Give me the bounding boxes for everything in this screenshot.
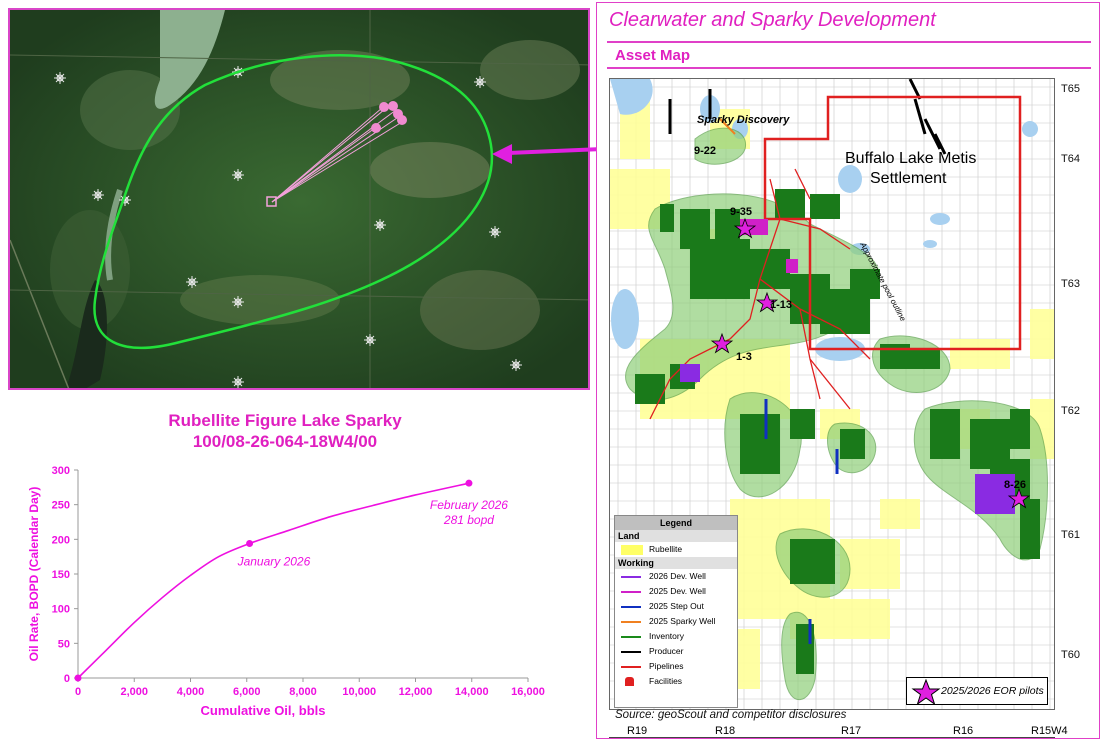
x-tick-label: 0 xyxy=(75,686,81,698)
township-label: T64 xyxy=(1061,153,1080,165)
data-point xyxy=(465,479,473,487)
legend-working-items: 2026 Dev. Well 2025 Dev. Well 2025 Step Ou… xyxy=(615,569,737,689)
legend-label: 2025 Step Out xyxy=(649,601,704,611)
asset-map: Sparky Discovery 9-22 9-35 1-13 1-3 8-26… xyxy=(609,78,1055,710)
legend-item-rubellite: Rubellite xyxy=(615,542,737,557)
eor-pilots-legend: 2025/2026 EOR pilots xyxy=(906,677,1048,705)
legend-label: 2026 Dev. Well xyxy=(649,571,706,581)
chart-title-line2: 100/08-26-064-18W4/00 xyxy=(192,432,378,451)
title-divider xyxy=(607,41,1091,43)
range-baseline xyxy=(609,737,1055,738)
annotation-february: February 2026 xyxy=(430,498,508,512)
sparky-discovery-label: Sparky Discovery xyxy=(697,114,790,126)
range-label: R16 xyxy=(953,725,974,737)
legend-item: Producer xyxy=(615,644,737,659)
legend-item: 2025 Dev. Well xyxy=(615,584,737,599)
asset-map-panel: Clearwater and Sparky Development Asset … xyxy=(596,2,1100,739)
well-label-8-26: 8-26 xyxy=(1004,479,1026,491)
well-label-9-22: 9-22 xyxy=(694,145,716,157)
facility-icon xyxy=(625,677,634,686)
well-label-1-3: 1-3 xyxy=(736,351,752,363)
data-point xyxy=(74,674,82,682)
township-label: T60 xyxy=(1061,649,1080,661)
x-tick-label: 14,000 xyxy=(455,686,489,698)
y-tick-label: 0 xyxy=(64,673,70,685)
satellite-image xyxy=(8,8,590,390)
chart-title: Rubellite Figure Lake Sparky 100/08-26-0… xyxy=(120,410,450,452)
legend-swatch xyxy=(621,576,641,578)
legend-swatch xyxy=(621,651,641,653)
legend-swatch xyxy=(621,666,641,668)
oil-rate-chart: 0 50 100 150 200 250 300 0 2,000 4,000 6,000 8,000 1… xyxy=(27,465,545,718)
panel-title: Clearwater and Sparky Development xyxy=(609,9,936,31)
legend-label: Facilities xyxy=(649,676,683,686)
eor-label: 2025/2026 EOR pilots xyxy=(941,685,1044,697)
legend-working-header: Working xyxy=(615,557,737,569)
legend-swatch xyxy=(621,606,641,608)
y-tick-label: 50 xyxy=(58,638,70,650)
legend-label: Producer xyxy=(649,646,684,656)
y-tick-label: 250 xyxy=(52,500,70,512)
source-note: Source: geoScout and competitor disclosu… xyxy=(615,709,847,721)
legend-swatch xyxy=(621,621,641,623)
x-tick-label: 2,000 xyxy=(120,686,148,698)
legend-label: 2025 Dev. Well xyxy=(649,586,706,596)
x-tick-label: 8,000 xyxy=(289,686,317,698)
y-axis-label: Oil Rate, BOPD (Calendar Day) xyxy=(27,487,41,662)
legend-label: 2025 Sparky Well xyxy=(649,616,716,626)
x-tick-label: 16,000 xyxy=(511,686,545,698)
range-label: R17 xyxy=(841,725,862,737)
township-label: T63 xyxy=(1061,278,1080,290)
settlement-label-line1: Buffalo Lake Metis xyxy=(845,150,976,167)
y-tick-label: 150 xyxy=(52,569,70,581)
legend-label: Pipelines xyxy=(649,661,684,671)
data-point xyxy=(246,539,254,547)
legend-label: Rubellite xyxy=(649,544,683,554)
panel-subtitle: Asset Map xyxy=(615,47,691,64)
legend-swatch xyxy=(621,591,641,593)
y-tick-label: 100 xyxy=(52,604,70,616)
subtitle-divider xyxy=(607,67,1091,69)
annotation-rate: 281 bopd xyxy=(443,513,494,527)
legend-item: 2026 Dev. Well xyxy=(615,569,737,584)
legend-item: 2025 Step Out xyxy=(615,599,737,614)
map-legend: Legend Land Rubellite Working 2026 Dev. … xyxy=(614,515,738,708)
township-label: T61 xyxy=(1061,529,1080,541)
legend-item: Inventory xyxy=(615,629,737,644)
range-label: R19 xyxy=(627,725,648,737)
range-label: R18 xyxy=(715,725,736,737)
legend-land-header: Land xyxy=(615,530,737,542)
star-icon xyxy=(911,679,941,705)
range-label: R15W4 xyxy=(1031,725,1068,737)
chart-title-line1: Rubellite Figure Lake Sparky xyxy=(168,411,402,430)
legend-label: Inventory xyxy=(649,631,684,641)
legend-title: Legend xyxy=(615,516,737,530)
x-tick-label: 6,000 xyxy=(233,686,261,698)
legend-item: Facilities xyxy=(615,674,737,689)
well-label-1-13: 1-13 xyxy=(770,299,792,311)
x-tick-label: 4,000 xyxy=(177,686,205,698)
legend-swatch xyxy=(621,636,641,638)
x-tick-label: 10,000 xyxy=(342,686,376,698)
legend-item: 2025 Sparky Well xyxy=(615,614,737,629)
legend-item: Pipelines xyxy=(615,659,737,674)
y-tick-label: 300 xyxy=(52,465,70,477)
annotation-january: January 2026 xyxy=(237,554,311,568)
land-swatch xyxy=(621,545,643,555)
well-label-9-35: 9-35 xyxy=(730,206,752,218)
x-tick-label: 12,000 xyxy=(399,686,433,698)
settlement-label-line2: Settlement xyxy=(870,170,947,187)
x-axis-label: Cumulative Oil, bbls xyxy=(201,703,326,718)
y-tick-label: 200 xyxy=(52,534,70,546)
satellite-svg xyxy=(10,10,588,388)
oil-rate-series-line xyxy=(77,482,470,679)
township-label: T65 xyxy=(1061,83,1080,95)
township-label: T62 xyxy=(1061,405,1080,417)
